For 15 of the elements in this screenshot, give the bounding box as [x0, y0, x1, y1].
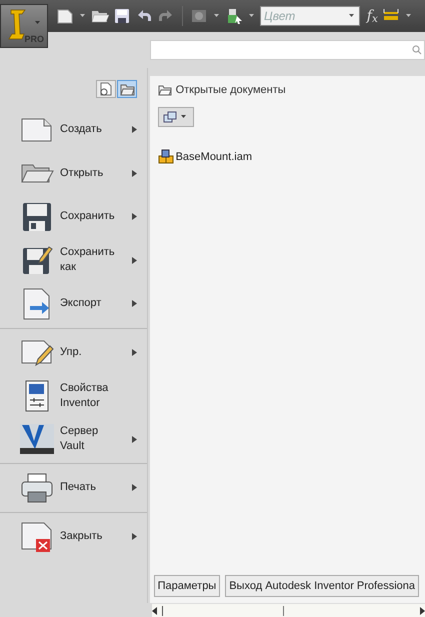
panel-heading: Открытые документы — [176, 83, 286, 98]
menu-item[interactable]: Открыть — [0, 152, 147, 195]
formula-button[interactable]: f$_{x}$ — [366, 6, 378, 26]
menu-item[interactable]: Упр. — [0, 330, 147, 374]
menu-item[interactable]: Сохранить — [0, 195, 147, 238]
menu-item[interactable]: Создать — [0, 108, 147, 152]
document-item[interactable]: BaseMount.iam — [158, 148, 252, 165]
menu-item[interactable]: Сервер Vault — [0, 418, 147, 461]
menu-item[interactable]: Закрыть — [0, 514, 147, 558]
menu-item[interactable]: Печать — [0, 466, 147, 510]
menu-item[interactable]: Экспорт — [0, 282, 147, 326]
exit-button[interactable]: Выход Autodesk Inventor Professiona — [225, 575, 419, 597]
options-button[interactable]: Параметры — [154, 575, 220, 597]
menu-item[interactable]: Свойства Inventor — [0, 374, 147, 418]
menu-item[interactable]: Сохранить как — [0, 238, 147, 282]
